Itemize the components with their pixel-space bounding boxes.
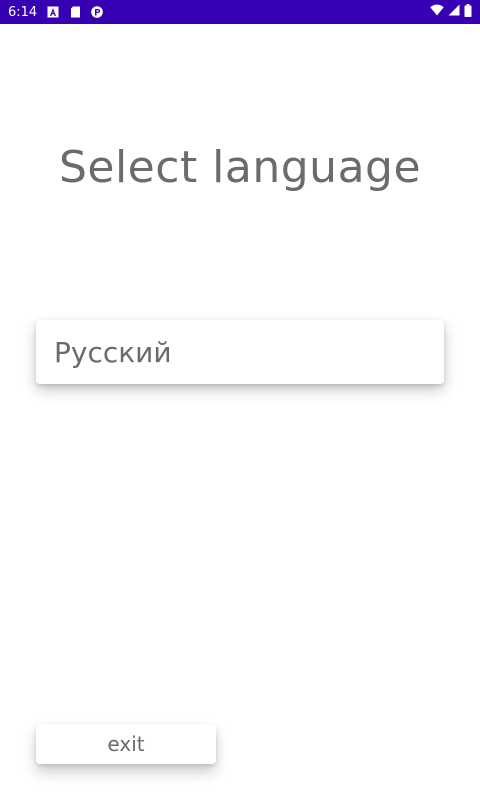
exit-button[interactable]: exit <box>36 724 216 764</box>
app-badge-icon <box>91 6 104 18</box>
battery-icon <box>464 3 472 21</box>
status-left: 6:14 <box>8 4 104 20</box>
sd-card-icon <box>69 6 81 18</box>
wifi-icon <box>430 4 444 20</box>
accessibility-a-icon <box>47 6 59 18</box>
cellular-signal-icon <box>448 4 460 20</box>
language-option-button[interactable]: Русский <box>36 320 444 384</box>
page-title: Select language <box>58 142 422 193</box>
status-bar: 6:14 <box>0 0 480 24</box>
status-right <box>430 3 472 21</box>
status-time: 6:14 <box>8 4 38 20</box>
